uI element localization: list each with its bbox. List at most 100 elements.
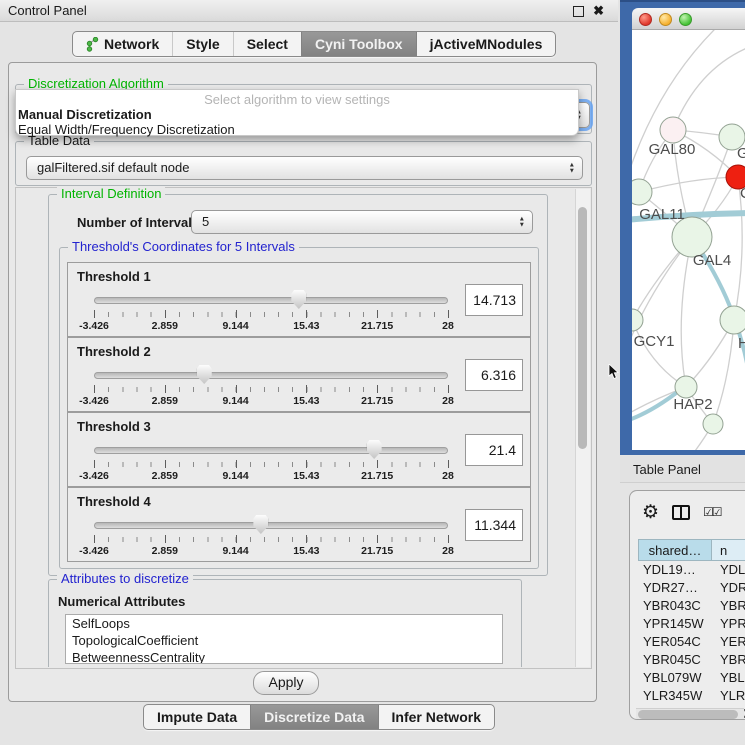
columns-icon[interactable] <box>672 505 690 520</box>
network-edge <box>673 48 745 130</box>
slider-thumb[interactable] <box>197 365 212 384</box>
table-row[interactable]: YPR145WYPR1 <box>638 615 745 633</box>
table-cell[interactable]: YBR045C <box>638 651 712 669</box>
table-row[interactable]: YBR045CYBR0 <box>638 651 745 669</box>
attribute-item[interactable]: TopologicalCoefficient <box>66 632 502 649</box>
thresholds-group-title: Threshold's Coordinates for 5 Intervals <box>68 239 299 254</box>
network-node[interactable] <box>672 217 712 257</box>
tab-jactivemnodules[interactable]: jActiveMNodules <box>416 32 556 56</box>
table-data-combo[interactable]: galFiltered.sif default node ▲▼ <box>26 156 583 180</box>
slider-track[interactable] <box>94 522 448 529</box>
table-row[interactable]: YBR043CYBR0 <box>638 597 745 615</box>
network-node[interactable] <box>632 179 652 205</box>
thresholds-group: Threshold's Coordinates for 5 Intervals … <box>59 247 539 569</box>
threshold-label: Threshold 2 <box>77 344 151 359</box>
close-icon[interactable]: ✖ <box>593 0 604 22</box>
network-icon <box>86 37 99 52</box>
apply-button[interactable]: Apply <box>253 671 319 695</box>
network-node-label: G <box>737 145 745 162</box>
network-node[interactable] <box>632 309 643 331</box>
table-cell[interactable]: YER0 <box>712 633 745 651</box>
tab-cyni-toolbox[interactable]: Cyni Toolbox <box>301 32 416 56</box>
slider-ticks <box>94 537 448 542</box>
table-row[interactable]: YBL079WYBL0 <box>638 669 745 687</box>
tick-label: 21.715 <box>361 395 393 407</box>
network-node[interactable] <box>675 376 697 398</box>
slider-track[interactable] <box>94 372 448 379</box>
threshold-value-field[interactable]: 14.713 <box>465 284 523 316</box>
table-cell[interactable]: YLR3 <box>712 687 745 705</box>
tab-discretize-data[interactable]: Discretize Data <box>250 705 377 729</box>
network-canvas[interactable]: GAL80GCGAL11GAL4GCY1HHAP2 <box>632 30 745 450</box>
network-node[interactable] <box>703 414 723 434</box>
tick-label: 21.715 <box>361 545 393 557</box>
table-cell[interactable]: YDR27… <box>638 579 712 597</box>
attribute-item[interactable]: SelfLoops <box>66 615 502 632</box>
zoom-traffic-light[interactable] <box>679 13 692 26</box>
numerical-attributes-list: SelfLoopsTopologicalCoefficientBetweenne… <box>65 614 503 664</box>
attribute-item[interactable]: BetweennessCentrality <box>66 649 502 664</box>
minimize-traffic-light[interactable] <box>659 13 672 26</box>
threshold-slider[interactable]: -3.4262.8599.14415.4321.71528 <box>94 366 448 408</box>
number-of-intervals-combo[interactable]: 5 ▲▼ <box>191 210 533 234</box>
table-row[interactable]: YER054CYER0 <box>638 633 745 651</box>
threshold-value-field[interactable]: 21.4 <box>465 434 523 466</box>
tab-select[interactable]: Select <box>233 32 301 56</box>
gear-icon[interactable]: ⚙ <box>642 503 659 522</box>
table-cell[interactable]: YLR345W <box>638 687 712 705</box>
dropdown-item-equal-width[interactable]: Equal Width/Frequency Discretization <box>16 122 578 137</box>
settings-scrollpane: Interval Definition Number of Intervals … <box>15 187 592 669</box>
table-cell[interactable]: YBL0 <box>712 669 745 687</box>
table-column-header[interactable]: shared… <box>638 539 712 561</box>
network-node-label: H <box>738 335 745 352</box>
table-cell[interactable]: YER054C <box>638 633 712 651</box>
scrollbar-thumb[interactable] <box>578 207 587 449</box>
table-panel-title: Table Panel <box>633 462 701 477</box>
network-window-titlebar[interactable] <box>632 8 745 30</box>
slider-thumb[interactable] <box>291 290 306 309</box>
network-node[interactable] <box>720 306 745 334</box>
network-node-label: GCY1 <box>634 333 675 350</box>
slider-thumb[interactable] <box>253 515 268 534</box>
threshold-slider[interactable]: -3.4262.8599.14415.4321.71528 <box>94 291 448 333</box>
threshold-value-field[interactable]: 6.316 <box>465 359 523 391</box>
slider-thumb[interactable] <box>367 440 382 459</box>
tab-network[interactable]: Network <box>73 32 172 56</box>
threshold-label: Threshold 3 <box>77 419 151 434</box>
close-traffic-light[interactable] <box>639 13 652 26</box>
settings-vertical-scrollbar[interactable] <box>575 189 590 667</box>
threshold-slider[interactable]: -3.4262.8599.14415.4321.71528 <box>94 441 448 483</box>
threshold-value-field[interactable]: 11.344 <box>465 509 523 541</box>
table-cell[interactable]: YDR2 <box>712 579 745 597</box>
dropdown-item-manual[interactable]: Manual Discretization <box>16 107 578 122</box>
network-window: GAL80GCGAL11GAL4GCY1HHAP2 <box>620 0 745 455</box>
tab-impute-data[interactable]: Impute Data <box>144 705 250 729</box>
table-cell[interactable]: YDL1 <box>712 561 745 579</box>
threshold-slider[interactable]: -3.4262.8599.14415.4321.71528 <box>94 516 448 558</box>
table-cell[interactable]: YBR043C <box>638 597 712 615</box>
table-row[interactable]: YDL19…YDL1 <box>638 561 745 579</box>
control-panel-title: Control Panel <box>8 3 87 18</box>
table-cell[interactable]: YBR0 <box>712 597 745 615</box>
mouse-cursor <box>608 364 620 380</box>
table-row[interactable]: YDR27…YDR2 <box>638 579 745 597</box>
tab-infer-network[interactable]: Infer Network <box>378 705 494 729</box>
scrollbar-thumb[interactable] <box>638 710 738 719</box>
network-node[interactable] <box>660 117 686 143</box>
table-cell[interactable]: YDL19… <box>638 561 712 579</box>
select-columns-checkboxes-icon[interactable]: ☑☑ <box>703 505 721 519</box>
table-horizontal-scrollbar[interactable] <box>636 708 744 720</box>
float-icon[interactable] <box>573 6 584 17</box>
table-cell[interactable]: YPR145W <box>638 615 712 633</box>
table-column-header[interactable]: n <box>712 539 745 561</box>
table-row[interactable]: YLR345WYLR3 <box>638 687 745 705</box>
network-node-label: C <box>740 185 745 202</box>
table-header-row: shared…n <box>638 539 745 561</box>
tab-style[interactable]: Style <box>172 32 232 56</box>
table-cell[interactable]: YBR0 <box>712 651 745 669</box>
slider-track[interactable] <box>94 447 448 454</box>
tick-label: 2.859 <box>152 470 178 482</box>
slider-track[interactable] <box>94 297 448 304</box>
table-cell[interactable]: YPR1 <box>712 615 745 633</box>
table-cell[interactable]: YBL079W <box>638 669 712 687</box>
